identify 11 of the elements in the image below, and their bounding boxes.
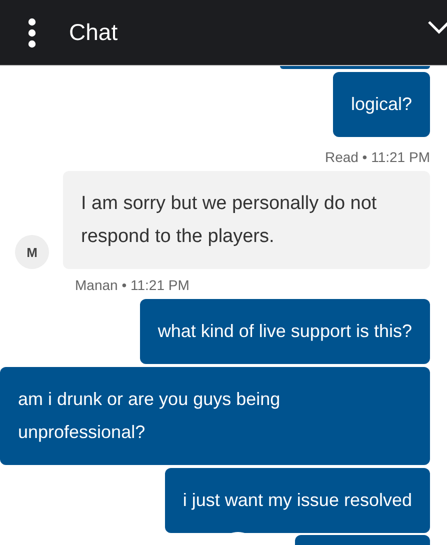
- header-title: Chat: [69, 19, 119, 46]
- avatar: M: [15, 235, 49, 269]
- message-bubble: logical?: [332, 72, 430, 137]
- message-bubble: am i drunk or are you guys being unprofessional?: [0, 367, 430, 465]
- chevron-down-icon[interactable]: [428, 21, 447, 35]
- message-bubble: I am sorry but we personally do not respond to the players.: [63, 171, 430, 269]
- message-sender: Manan • 11:21 PM: [75, 277, 190, 293]
- message-bubble: i just want my issue resolved: [164, 468, 430, 533]
- message-status: Read • 11:21 PM: [324, 149, 430, 165]
- message-bubble: what kind of live support is this?: [140, 299, 430, 364]
- menu-icon[interactable]: [27, 18, 37, 48]
